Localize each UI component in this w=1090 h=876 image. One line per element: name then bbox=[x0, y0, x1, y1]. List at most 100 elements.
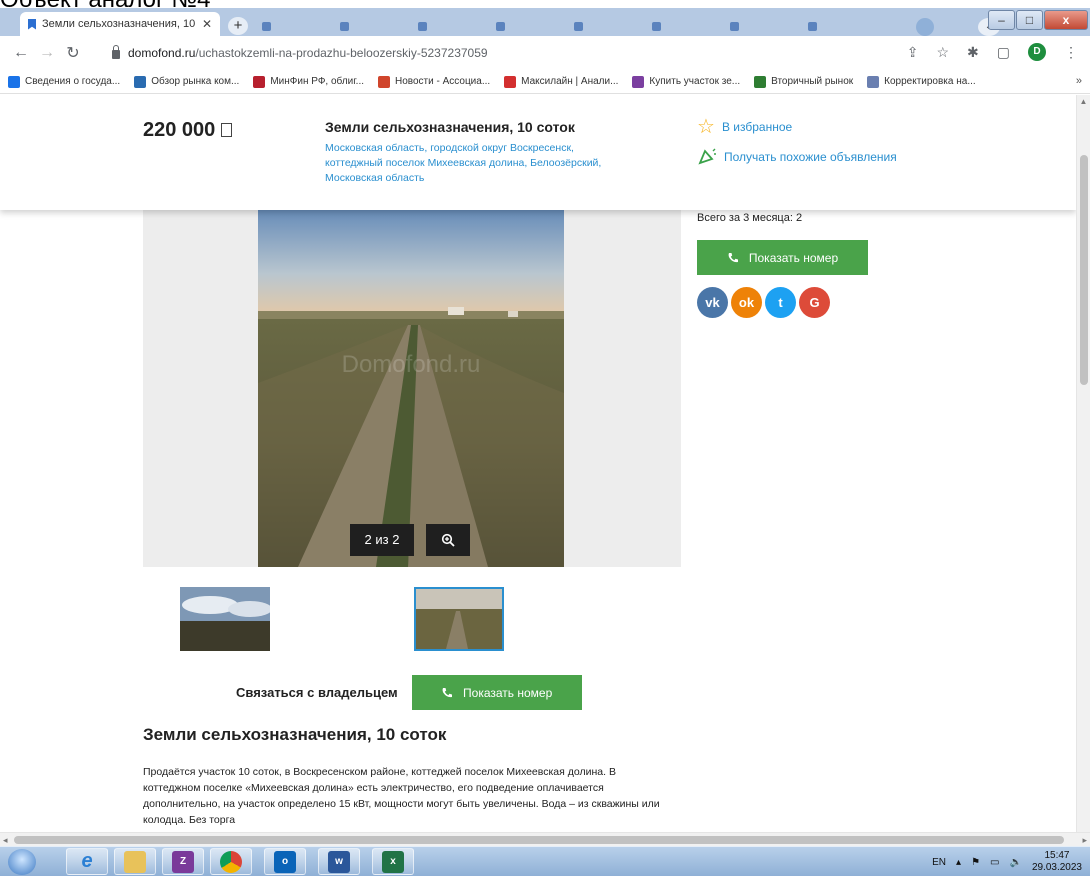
phone-icon bbox=[442, 687, 453, 697]
taskbar-chrome[interactable] bbox=[210, 848, 252, 875]
forward-arrow-icon[interactable]: → bbox=[34, 44, 60, 62]
start-button[interactable] bbox=[8, 849, 36, 875]
bookmark-favicon-icon bbox=[134, 75, 147, 88]
bookmark-item[interactable]: Сведения о госуда... bbox=[8, 75, 121, 88]
folder-icon bbox=[124, 850, 146, 873]
tab-favicon-icon bbox=[418, 21, 427, 31]
web-page: 220 000 Земли сельхозназначения, 10 сото… bbox=[0, 95, 1076, 832]
background-tab[interactable] bbox=[490, 16, 568, 36]
scroll-right-icon[interactable]: ▸ bbox=[1082, 833, 1087, 847]
show-number-label: Показать номер bbox=[748, 250, 839, 265]
background-tab[interactable] bbox=[568, 16, 646, 36]
menu-dots-icon[interactable]: ⋮ bbox=[1064, 44, 1078, 61]
sticky-listing-header: 220 000 Земли сельхозназначения, 10 сото… bbox=[0, 95, 1076, 210]
back-arrow-icon[interactable]: ← bbox=[8, 44, 34, 62]
tab-favicon-icon bbox=[574, 21, 583, 31]
close-window-button[interactable]: x bbox=[1044, 10, 1088, 30]
bookmark-favicon-icon bbox=[253, 75, 266, 88]
twitter-share-button[interactable]: t bbox=[765, 287, 796, 318]
scroll-up-icon[interactable]: ▲ bbox=[1077, 95, 1090, 109]
subscribe-similar-link[interactable]: Получать похожие объявления bbox=[697, 148, 897, 166]
url-field[interactable]: domofond.ru/uchastokzemli-na-prodazhu-be… bbox=[100, 40, 920, 66]
vertical-scrollbar[interactable]: ▲ bbox=[1076, 95, 1090, 832]
background-tab[interactable] bbox=[412, 16, 490, 36]
lock-icon[interactable] bbox=[112, 44, 120, 59]
bookmark-label: Обзор рынка ком... bbox=[151, 76, 240, 87]
system-tray: EN ▴ ⚑ ▭ 🔈 15:47 29.03.2023 bbox=[932, 850, 1082, 874]
language-indicator[interactable]: EN bbox=[932, 857, 946, 868]
network-icon[interactable]: ▭ bbox=[990, 857, 999, 868]
bookmark-favicon-icon bbox=[28, 18, 36, 30]
profile-avatar[interactable]: D bbox=[1028, 43, 1046, 61]
horizontal-scrollbar[interactable]: ◂ ▸ bbox=[0, 832, 1090, 846]
tab-active[interactable]: Земли сельхозназначения, 10 с ✕ bbox=[20, 12, 220, 36]
background-tab[interactable] bbox=[256, 16, 334, 36]
taskbar: e Z o w x EN ▴ ⚑ ▭ 🔈 15:47 29.03.2023 bbox=[0, 846, 1090, 876]
maximize-button[interactable]: □ bbox=[1016, 10, 1043, 30]
contact-owner-row: Связаться с владельцем Показать номер bbox=[236, 675, 582, 710]
photo-counter: 2 из 2 bbox=[350, 524, 414, 556]
taskbar-excel[interactable]: x bbox=[372, 848, 414, 875]
share-icon[interactable]: ⇪ bbox=[907, 44, 919, 61]
extensions-icon[interactable]: ✱ bbox=[967, 44, 979, 61]
tab-close-icon[interactable]: ✕ bbox=[202, 17, 212, 31]
bookmark-item[interactable]: Обзор рынка ком... bbox=[134, 75, 240, 88]
taskbar-ie[interactable]: e bbox=[66, 848, 108, 875]
volume-icon[interactable]: 🔈 bbox=[1009, 857, 1021, 868]
zoom-button[interactable] bbox=[426, 524, 470, 556]
reload-icon[interactable]: ↻ bbox=[60, 43, 86, 63]
h-scroll-thumb[interactable] bbox=[14, 836, 1064, 844]
taskbar-explorer[interactable] bbox=[114, 848, 156, 875]
bookmark-favicon-icon bbox=[754, 75, 767, 88]
thumbnail-1[interactable] bbox=[180, 587, 270, 651]
bookmark-label: МинФин РФ, облиг... bbox=[270, 76, 364, 87]
bookmark-label: Сведения о госуда... bbox=[25, 76, 121, 87]
tray-expand-icon[interactable]: ▴ bbox=[956, 857, 961, 868]
bookmarks-bar: Сведения о госуда... Обзор рынка ком... Ми… bbox=[0, 70, 1090, 94]
ok-share-button[interactable]: ok bbox=[731, 287, 762, 318]
taskbar-outlook[interactable]: o bbox=[264, 848, 306, 875]
tab-favicon-icon bbox=[496, 21, 505, 31]
bookmark-item[interactable]: Корректировка на... bbox=[867, 75, 976, 88]
word-icon: w bbox=[328, 850, 350, 873]
scroll-left-icon[interactable]: ◂ bbox=[3, 833, 8, 847]
taskbar-word[interactable]: w bbox=[318, 848, 360, 875]
tab-group-icon[interactable] bbox=[916, 18, 934, 36]
bookmark-item[interactable]: Вторичный рынок bbox=[754, 75, 854, 88]
bookmark-favicon-icon bbox=[8, 75, 20, 88]
bookmark-item[interactable]: Новости - Ассоциа... bbox=[378, 75, 490, 88]
listing-address-link[interactable]: Московская область, городской округ Воск… bbox=[325, 141, 625, 186]
bookmarks-overflow-button[interactable]: » bbox=[1076, 75, 1082, 87]
vk-share-button[interactable]: vk bbox=[697, 287, 728, 318]
main-photo[interactable]: Domofond.ru 2 из 2 bbox=[258, 203, 564, 567]
thumbnail-2-selected[interactable] bbox=[414, 587, 504, 651]
tab-title: Земли сельхозназначения, 10 с bbox=[42, 18, 198, 30]
background-tab[interactable] bbox=[724, 16, 802, 36]
taskbar-app[interactable]: Z bbox=[162, 848, 204, 875]
side-panel-icon[interactable]: ▢ bbox=[997, 44, 1010, 61]
bookmark-item[interactable]: МинФин РФ, облиг... bbox=[253, 75, 364, 88]
bookmark-label: Вторичный рынок bbox=[771, 76, 854, 87]
show-number-button-2[interactable]: Показать номер bbox=[411, 675, 582, 710]
contact-owner-label: Связаться с владельцем bbox=[236, 685, 398, 700]
show-number-button[interactable]: Показать номер bbox=[697, 240, 868, 275]
internet-explorer-icon: e bbox=[81, 850, 93, 872]
add-to-favorites-link[interactable]: ☆ В избранное bbox=[697, 117, 792, 137]
background-tab[interactable] bbox=[334, 16, 412, 36]
scroll-thumb[interactable] bbox=[1080, 155, 1088, 385]
action-center-icon[interactable]: ⚑ bbox=[971, 857, 980, 868]
address-bar: ← → ↻ domofond.ru/uchastokzemli-na-proda… bbox=[0, 36, 1090, 70]
clock[interactable]: 15:47 29.03.2023 bbox=[1032, 850, 1082, 874]
chrome-icon bbox=[220, 850, 242, 873]
photo-gallery[interactable]: Domofond.ru 2 из 2 bbox=[143, 203, 681, 567]
google-share-button[interactable]: G bbox=[799, 287, 830, 318]
bookmark-star-icon[interactable]: ☆ bbox=[936, 44, 949, 61]
window-controls: – □ x bbox=[988, 10, 1088, 30]
bookmark-item[interactable]: Максилайн | Анали... bbox=[504, 75, 618, 88]
bookmark-item[interactable]: Купить участок зе... bbox=[632, 75, 740, 88]
new-tab-button[interactable]: + bbox=[228, 17, 248, 35]
background-tab[interactable] bbox=[802, 16, 880, 36]
background-tab[interactable] bbox=[646, 16, 724, 36]
bookmark-label: Корректировка на... bbox=[884, 76, 976, 87]
minimize-button[interactable]: – bbox=[988, 10, 1015, 30]
